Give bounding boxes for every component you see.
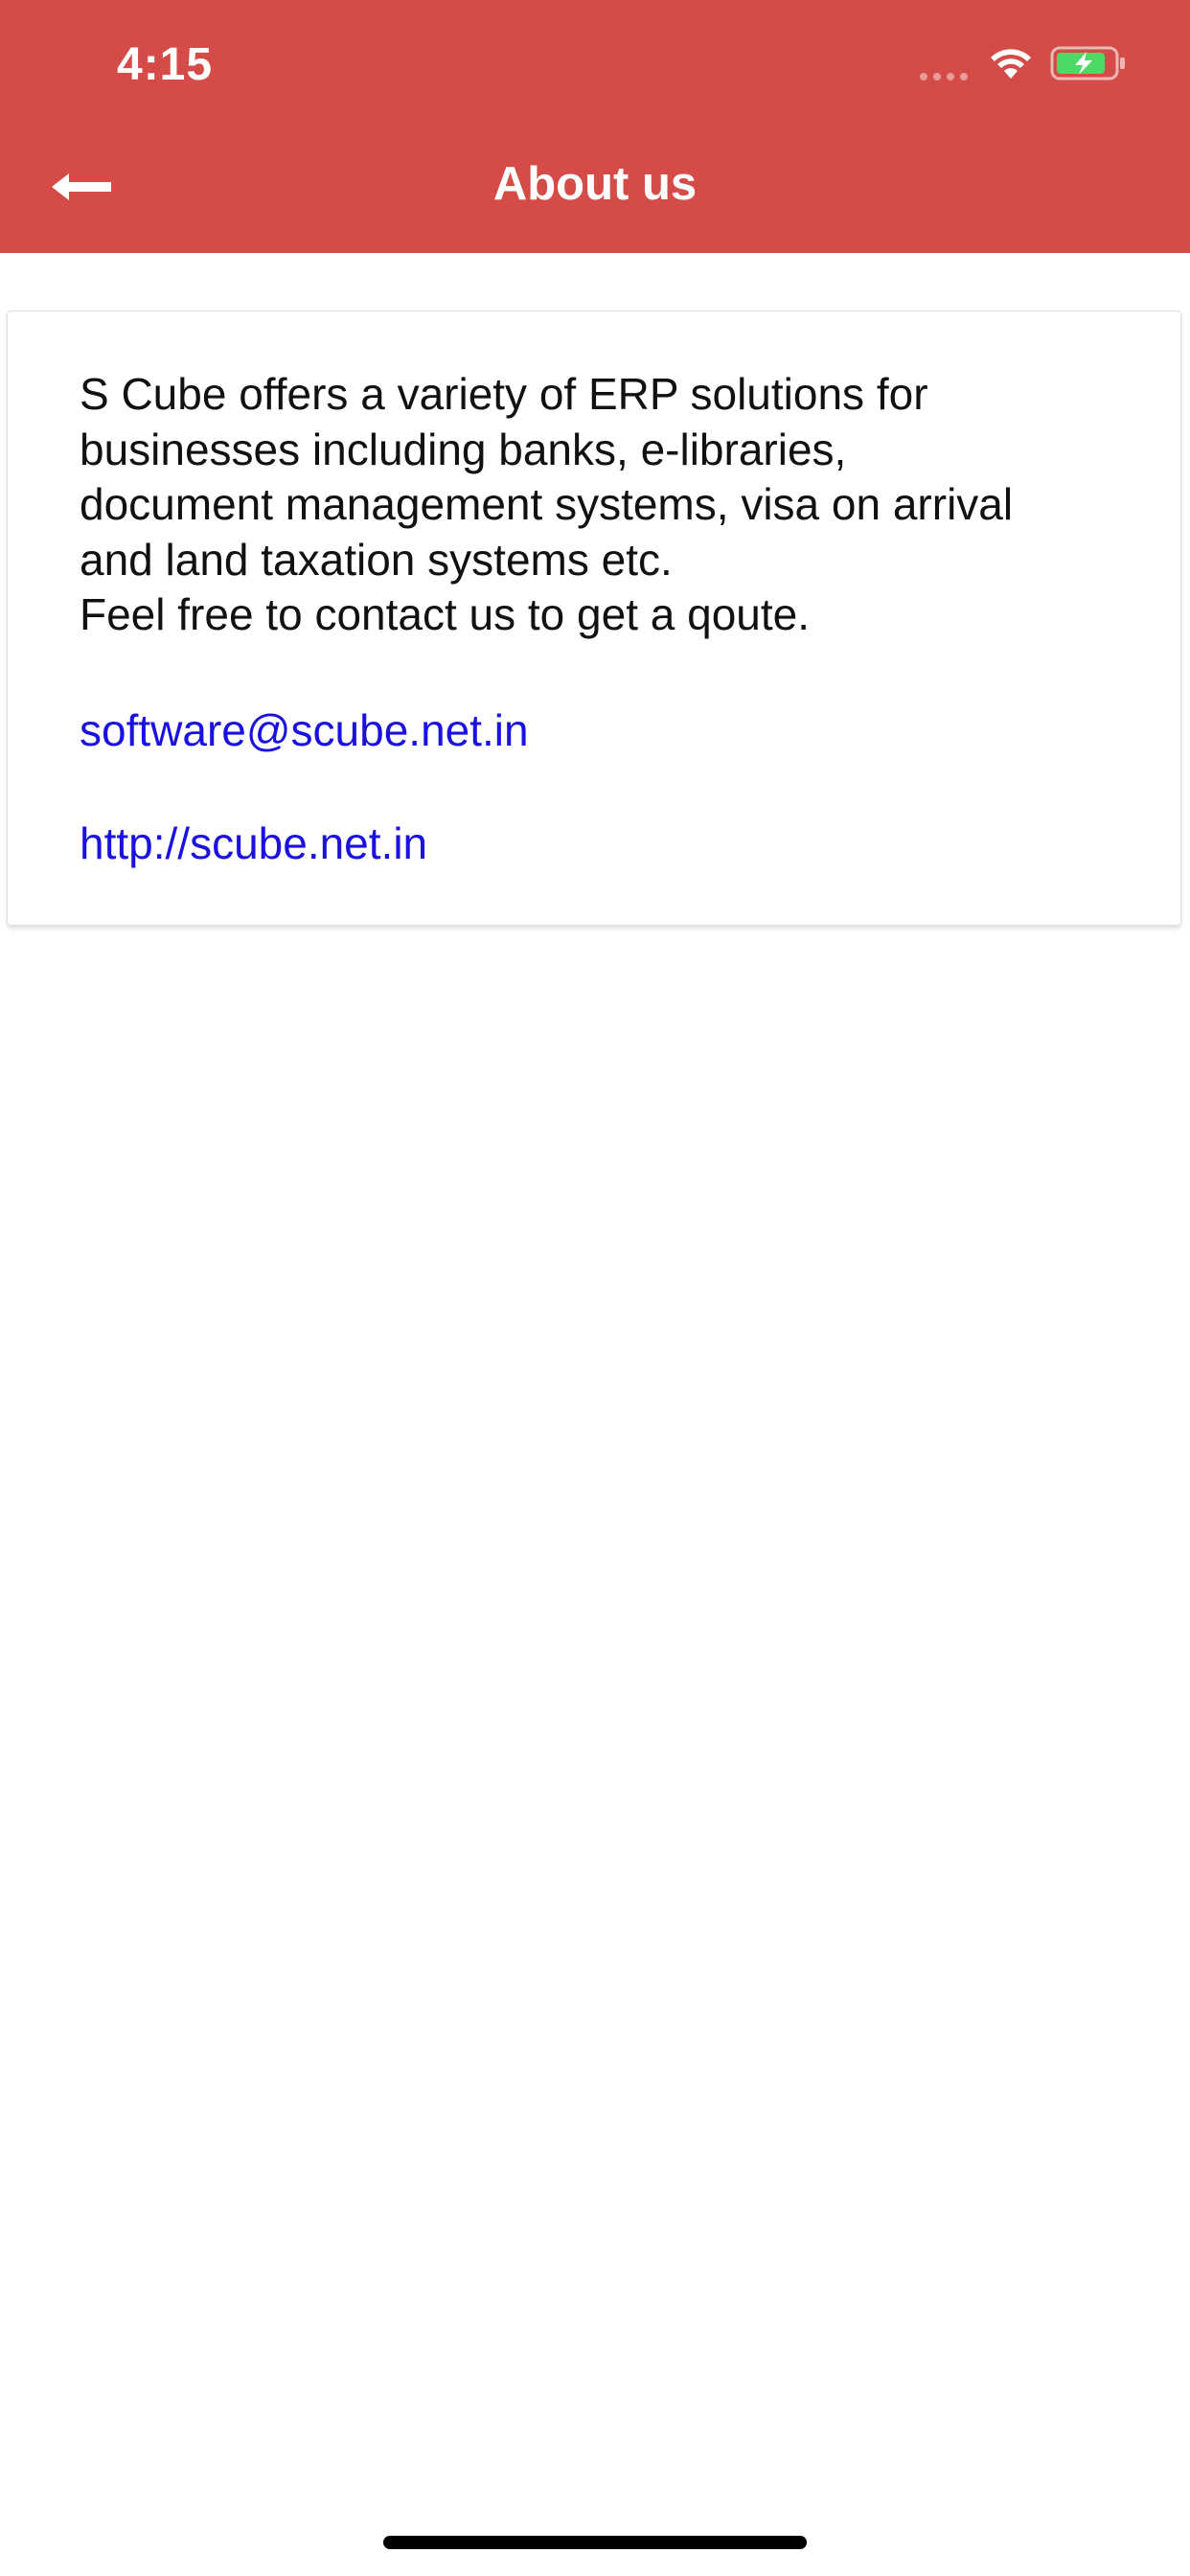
battery-charging-icon bbox=[1050, 46, 1125, 80]
about-line: businesses including banks, e-libraries, bbox=[80, 424, 847, 474]
about-description: S Cube offers a variety of ERP solutions… bbox=[80, 367, 1133, 643]
app-header: 4:15 About us bbox=[0, 0, 1190, 253]
about-card: S Cube offers a variety of ERP solutions… bbox=[7, 310, 1181, 926]
email-link[interactable]: software@scube.net.in bbox=[80, 704, 529, 756]
page-title: About us bbox=[492, 158, 698, 210]
website-link[interactable]: http://scube.net.in bbox=[80, 817, 427, 869]
about-line: and land taxation systems etc. bbox=[80, 534, 673, 585]
about-line: Feel free to contact us to get a qoute. bbox=[80, 589, 811, 639]
about-line: document management systems, visa on arr… bbox=[80, 479, 1014, 529]
wifi-icon bbox=[991, 49, 1031, 79]
about-line: S Cube offers a variety of ERP solutions… bbox=[80, 369, 928, 419]
status-time: 4:15 bbox=[117, 39, 214, 90]
home-indicator[interactable] bbox=[383, 2536, 807, 2549]
cellular-signal-icon bbox=[920, 73, 968, 80]
